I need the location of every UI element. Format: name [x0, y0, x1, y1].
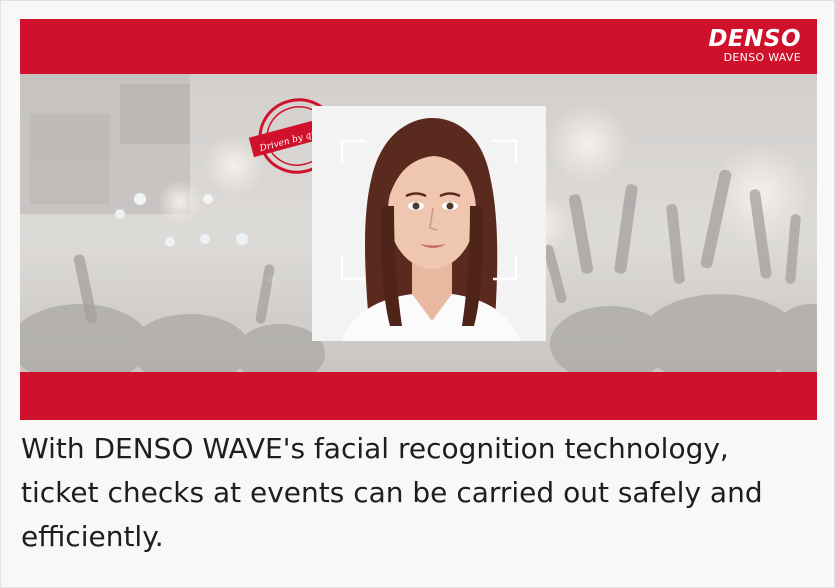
caption-text: With DENSO WAVE's facial recognition tec… [21, 432, 763, 553]
content-card: Driven by quality. DENSO DENSO WAVE With… [0, 0, 835, 588]
denso-logo: DENSO DENSO WAVE [708, 27, 801, 64]
banner-image: Driven by quality. DENSO DENSO WAVE [20, 19, 817, 420]
banner-bottom-bar [20, 372, 817, 420]
banner-top-bar: DENSO DENSO WAVE [20, 19, 817, 74]
logo-subbrand: DENSO WAVE [723, 51, 801, 64]
logo-brand: DENSO [708, 26, 801, 52]
portrait-photo [312, 106, 546, 341]
